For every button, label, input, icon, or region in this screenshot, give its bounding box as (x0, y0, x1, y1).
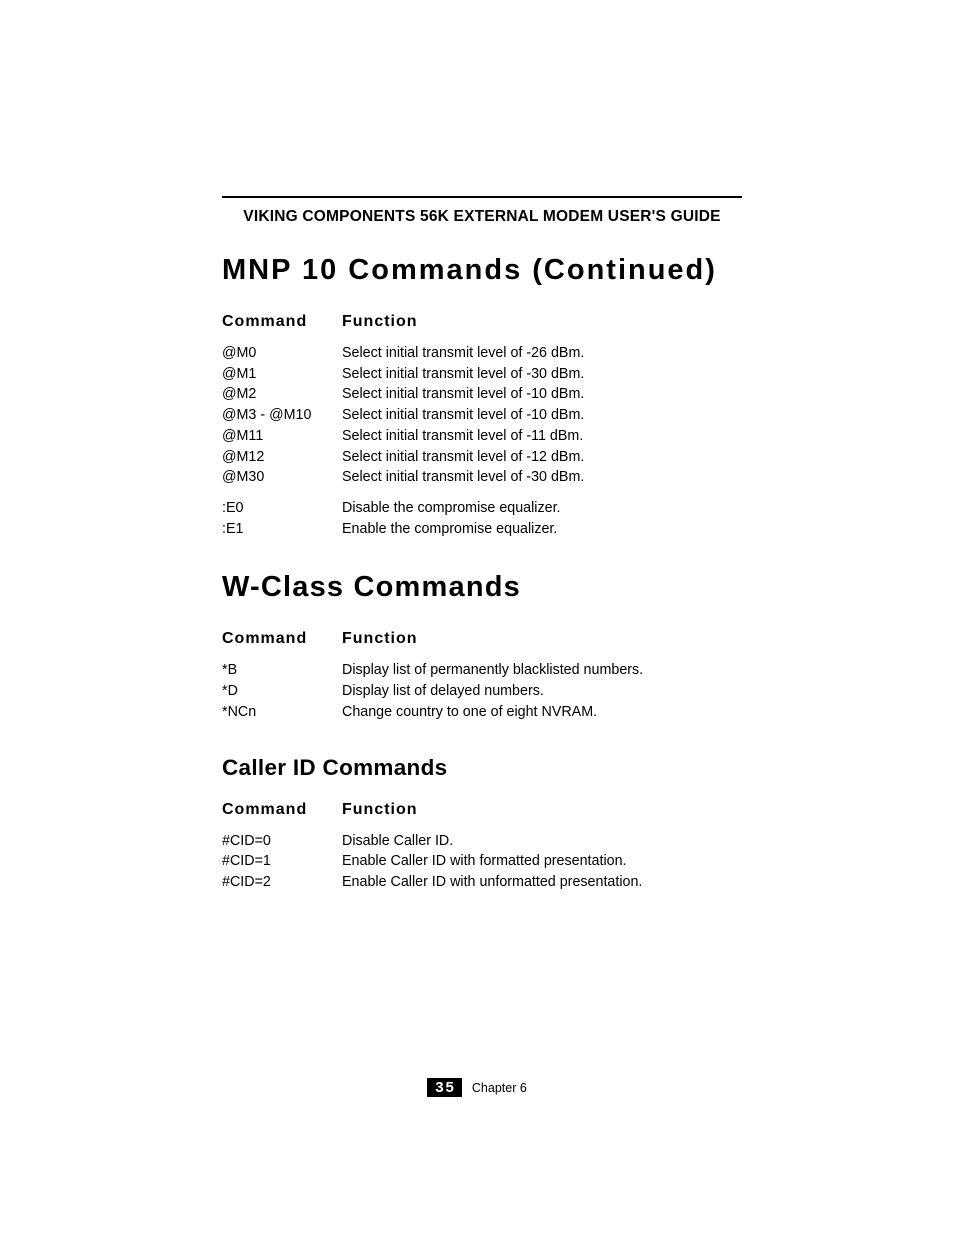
col-command: Command (222, 630, 342, 648)
cmd-cell: *NCn (222, 702, 342, 723)
command-table: @M0Select initial transmit level of -26 … (222, 343, 742, 539)
fn-cell: Select initial transmit level of -30 dBm… (342, 467, 742, 488)
fn-cell: Display list of permanently blacklisted … (342, 660, 742, 681)
table-row: @M11Select initial transmit level of -11… (222, 426, 742, 447)
fn-cell: Enable Caller ID with formatted presenta… (342, 851, 742, 872)
section-callerid: Caller ID Commands Command Function #CID… (222, 755, 742, 893)
col-command: Command (222, 801, 342, 819)
command-table: #CID=0Disable Caller ID. #CID=1Enable Ca… (222, 831, 742, 893)
col-function: Function (342, 801, 742, 819)
fn-cell: Select initial transmit level of -10 dBm… (342, 384, 742, 405)
table-row: :E1Enable the compromise equalizer. (222, 519, 742, 540)
table-row: @M30Select initial transmit level of -30… (222, 467, 742, 488)
header-rule (222, 196, 742, 198)
cmd-cell: #CID=0 (222, 831, 342, 852)
cmd-cell: :E1 (222, 519, 342, 540)
fn-cell: Disable Caller ID. (342, 831, 742, 852)
table-row: :E0Disable the compromise equalizer. (222, 498, 742, 519)
section-wclass: W-Class Commands Command Function *BDisp… (222, 571, 742, 722)
table-row: @M12Select initial transmit level of -12… (222, 447, 742, 468)
column-headers: Command Function (222, 630, 742, 648)
col-function: Function (342, 313, 742, 331)
cmd-cell: #CID=2 (222, 872, 342, 893)
section-title: MNP 10 Commands (Continued) (222, 254, 742, 287)
cmd-cell: *B (222, 660, 342, 681)
col-command: Command (222, 313, 342, 331)
table-row: #CID=1Enable Caller ID with formatted pr… (222, 851, 742, 872)
table-row: @M1Select initial transmit level of -30 … (222, 364, 742, 385)
cmd-cell: @M11 (222, 426, 342, 447)
command-table: *BDisplay list of permanently blackliste… (222, 660, 742, 722)
fn-cell: Enable the compromise equalizer. (342, 519, 742, 540)
cmd-cell: @M3 - @M10 (222, 405, 342, 426)
fn-cell: Select initial transmit level of -26 dBm… (342, 343, 742, 364)
table-row: #CID=0Disable Caller ID. (222, 831, 742, 852)
table-row: @M2Select initial transmit level of -10 … (222, 384, 742, 405)
page-footer: 35 Chapter 6 (0, 1078, 954, 1097)
page-content: VIKING COMPONENTS 56K EXTERNAL MODEM USE… (222, 196, 742, 911)
table-row: *BDisplay list of permanently blackliste… (222, 660, 742, 681)
table-row: *DDisplay list of delayed numbers. (222, 681, 742, 702)
fn-cell: Select initial transmit level of -30 dBm… (342, 364, 742, 385)
section-mnp10: MNP 10 Commands (Continued) Command Func… (222, 254, 742, 539)
running-header: VIKING COMPONENTS 56K EXTERNAL MODEM USE… (222, 208, 742, 226)
fn-cell: Display list of delayed numbers. (342, 681, 742, 702)
table-row: *NCnChange country to one of eight NVRAM… (222, 702, 742, 723)
cmd-cell: #CID=1 (222, 851, 342, 872)
table-row: @M3 - @M10Select initial transmit level … (222, 405, 742, 426)
cmd-cell: @M1 (222, 364, 342, 385)
table-row: #CID=2Enable Caller ID with unformatted … (222, 872, 742, 893)
fn-cell: Select initial transmit level of -11 dBm… (342, 426, 742, 447)
fn-cell: Change country to one of eight NVRAM. (342, 702, 742, 723)
fn-cell: Select initial transmit level of -10 dBm… (342, 405, 742, 426)
cmd-cell: @M30 (222, 467, 342, 488)
cmd-cell: *D (222, 681, 342, 702)
section-title: Caller ID Commands (222, 755, 742, 781)
cmd-cell: :E0 (222, 498, 342, 519)
table-row: @M0Select initial transmit level of -26 … (222, 343, 742, 364)
cmd-cell: @M0 (222, 343, 342, 364)
column-headers: Command Function (222, 313, 742, 331)
chapter-label: Chapter 6 (472, 1081, 527, 1095)
cmd-cell: @M12 (222, 447, 342, 468)
section-title: W-Class Commands (222, 571, 742, 604)
column-headers: Command Function (222, 801, 742, 819)
fn-cell: Enable Caller ID with unformatted presen… (342, 872, 742, 893)
fn-cell: Disable the compromise equalizer. (342, 498, 742, 519)
col-function: Function (342, 630, 742, 648)
cmd-cell: @M2 (222, 384, 342, 405)
fn-cell: Select initial transmit level of -12 dBm… (342, 447, 742, 468)
page-number: 35 (427, 1078, 462, 1097)
